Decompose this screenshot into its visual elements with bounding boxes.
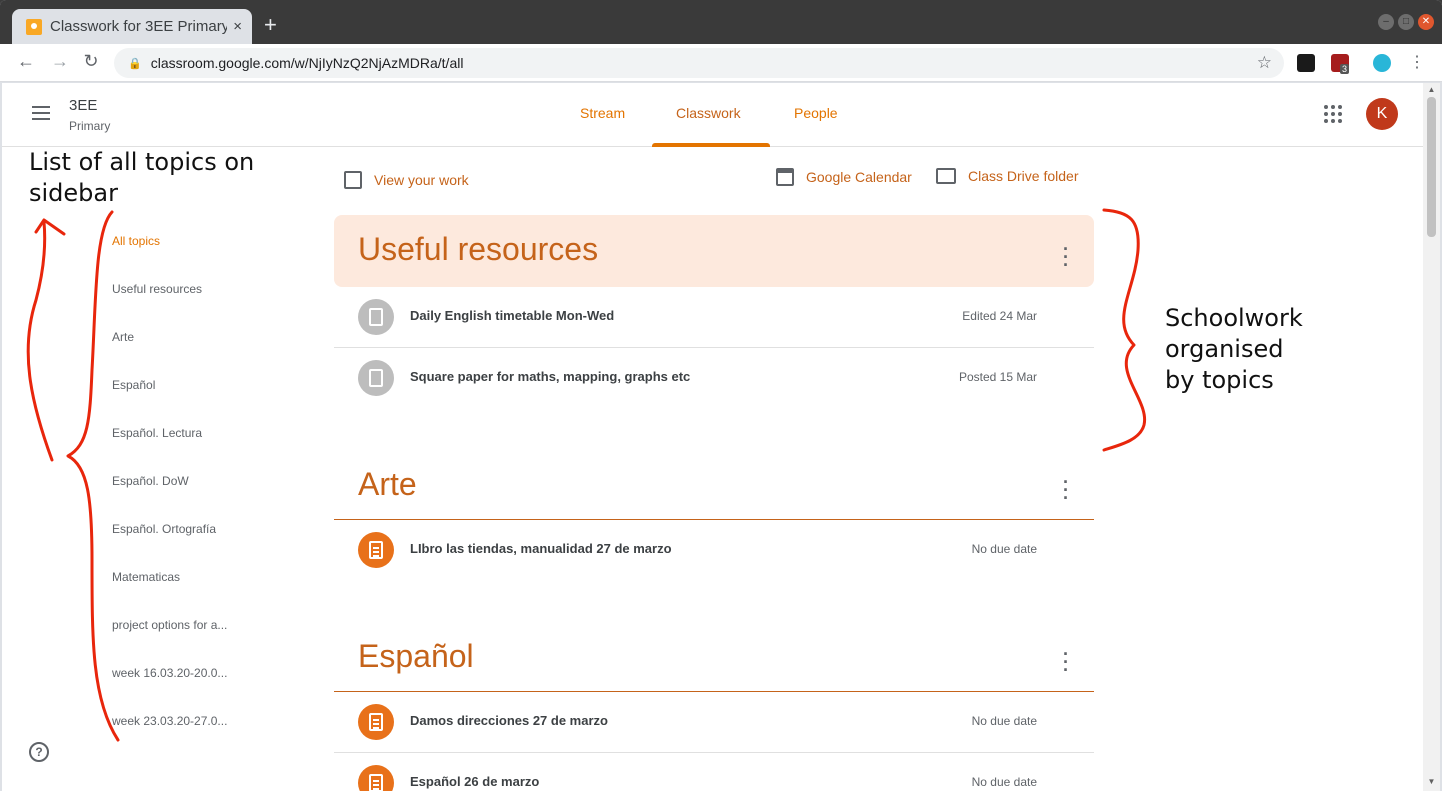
left-brace bbox=[66, 210, 120, 742]
up-arrow-shaft bbox=[26, 220, 54, 462]
annotation-ink bbox=[26, 208, 1147, 742]
up-arrow-head bbox=[34, 218, 66, 236]
right-brace bbox=[1102, 208, 1147, 452]
browser-window: Classwork for 3EE Primary × + – □ ✕ ← → … bbox=[0, 0, 1442, 791]
